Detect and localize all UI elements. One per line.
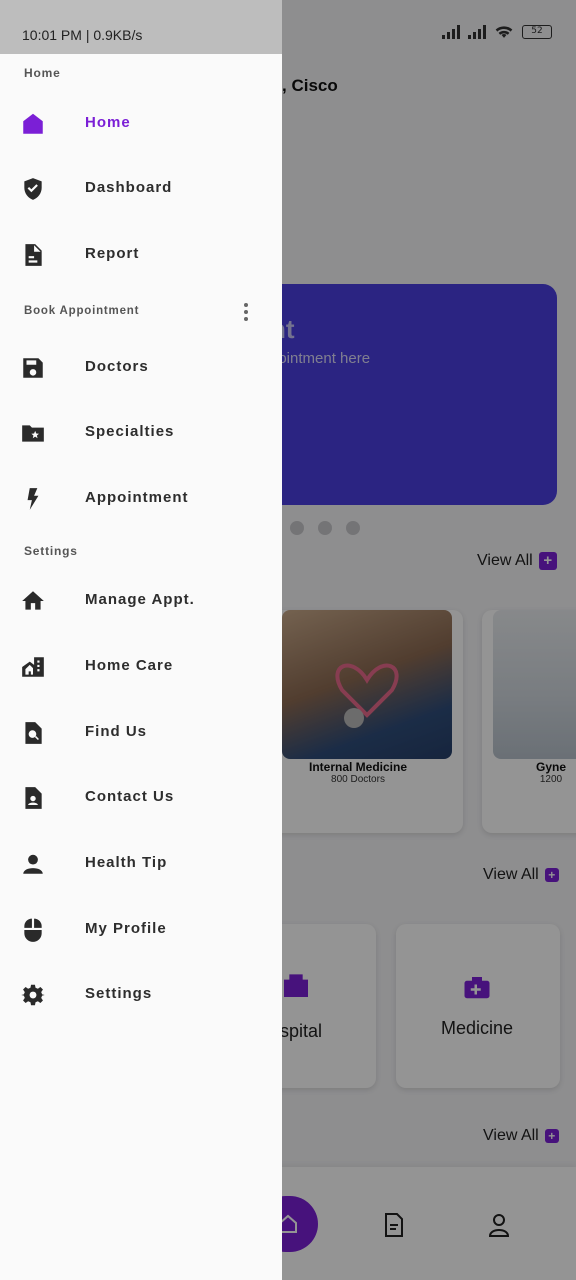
drawer-item-dashboard[interactable]: Dashboard [0, 161, 282, 217]
folder-star-icon [20, 420, 46, 446]
drawer-item-specialties[interactable]: Specialties [0, 405, 282, 461]
document-icon [20, 242, 46, 268]
contact-card-icon [20, 785, 46, 811]
drawer-item-label: My Profile [85, 920, 167, 937]
status-time: 10:01 PM | 0.9KB/s [22, 27, 143, 43]
person-icon [20, 851, 46, 877]
house-icon [20, 588, 46, 614]
gear-icon [20, 982, 46, 1008]
home-building-icon [20, 654, 46, 680]
drawer-item-find-us[interactable]: Find Us [0, 705, 282, 761]
home-icon [20, 111, 46, 137]
drawer-item-label: Report [85, 245, 140, 262]
navigation-drawer: 10:01 PM | 0.9KB/s Home Home Dashboard R… [0, 0, 282, 1280]
drawer-item-label: Manage Appt. [85, 591, 195, 608]
drawer-item-label: Contact Us [85, 788, 175, 805]
more-vert-icon[interactable] [240, 303, 252, 321]
drawer-item-report[interactable]: Report [0, 227, 282, 283]
drawer-item-label: Settings [85, 985, 153, 1002]
drawer-item-label: Appointment [85, 489, 189, 506]
section-header-home: Home [24, 66, 61, 80]
drawer-item-label: Home Care [85, 657, 174, 674]
drawer-item-manage-appt[interactable]: Manage Appt. [0, 573, 282, 629]
drawer-item-label: Specialties [85, 423, 175, 440]
find-in-page-icon [20, 720, 46, 746]
drawer-item-home-care[interactable]: Home Care [0, 639, 282, 695]
section-header-settings: Settings [24, 544, 78, 558]
drawer-item-appointment[interactable]: Appointment [0, 471, 282, 527]
drawer-item-label: Home [85, 114, 131, 131]
drawer-item-doctors[interactable]: Doctors [0, 340, 282, 396]
drawer-item-my-profile[interactable]: My Profile [0, 902, 282, 958]
lightning-icon [20, 486, 46, 512]
shield-check-icon [20, 176, 46, 202]
drawer-item-label: Doctors [85, 358, 149, 375]
drawer-item-label: Find Us [85, 723, 147, 740]
drawer-item-settings[interactable]: Settings [0, 967, 282, 1023]
drawer-item-label: Dashboard [85, 179, 173, 196]
drawer-item-label: Health Tip [85, 854, 168, 871]
drawer-item-contact-us[interactable]: Contact Us [0, 770, 282, 826]
mouse-icon [20, 917, 46, 943]
drawer-item-health-tip[interactable]: Health Tip [0, 836, 282, 892]
section-header-book-appointment: Book Appointment [24, 305, 140, 317]
drawer-item-home[interactable]: Home [0, 96, 282, 152]
save-icon [20, 355, 46, 381]
drawer-status-bar: 10:01 PM | 0.9KB/s [0, 0, 282, 54]
